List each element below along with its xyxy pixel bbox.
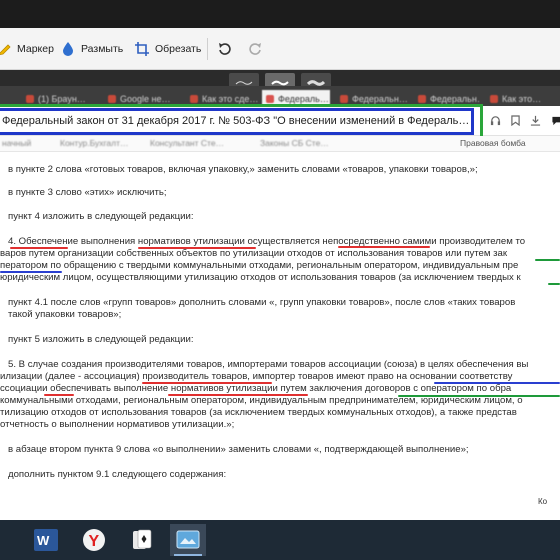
screenshot-tool-icon bbox=[176, 530, 200, 549]
doc-line: юридическим лицом, осуществляющими утили… bbox=[0, 272, 521, 283]
taskbar: W Y bbox=[0, 520, 560, 560]
download-icon[interactable] bbox=[530, 115, 541, 126]
doc-line: такой упаковки товаров»; bbox=[8, 309, 122, 320]
crop-icon bbox=[135, 42, 149, 56]
bookmark-item[interactable]: Законы СБ Сте… bbox=[260, 138, 329, 148]
word-app-icon: W bbox=[34, 529, 58, 551]
document-content: в пункте 2 слова «готовых товаров, включ… bbox=[0, 152, 560, 520]
marker-icon bbox=[0, 44, 11, 56]
blur-drop-icon bbox=[63, 42, 73, 56]
doc-line: пункт 4.1 после слов «групп товаров» доп… bbox=[8, 297, 516, 308]
doc-line: пункт 4 изложить в следующей редакции: bbox=[8, 211, 194, 222]
doc-line: дополнить пунктом 9.1 следующего содержа… bbox=[8, 469, 227, 480]
red-underline-mark bbox=[10, 247, 68, 249]
doc-line: в пункте 2 слова «готовых товаров, включ… bbox=[8, 164, 478, 175]
marker-tool[interactable]: Маркер bbox=[0, 40, 54, 58]
bookmark-item[interactable]: Консультант Сте… bbox=[150, 138, 224, 148]
doc-line: ператором по обращению с твердыми коммун… bbox=[0, 260, 519, 271]
marker-tool-label: Маркер bbox=[17, 43, 54, 55]
undo-icon bbox=[219, 43, 231, 55]
crop-tool-label: Обрезать bbox=[155, 43, 202, 55]
chat-icon[interactable] bbox=[551, 115, 560, 126]
green-underline-mark bbox=[398, 395, 560, 397]
headphones-icon[interactable] bbox=[490, 115, 501, 126]
yandex-browser-icon: Y bbox=[83, 529, 105, 551]
red-underline-mark bbox=[338, 246, 430, 248]
doc-line: в пункте 3 слово «этих» исключить; bbox=[8, 187, 167, 198]
blue-underline-mark bbox=[0, 271, 62, 273]
taskbar-solitaire[interactable] bbox=[124, 524, 160, 556]
svg-text:Y: Y bbox=[89, 533, 100, 550]
red-underline-mark bbox=[44, 394, 74, 396]
doc-line: 4. Обеспечение выполнения нормативов ути… bbox=[8, 236, 526, 247]
bookmark-item[interactable]: начный bbox=[2, 138, 31, 148]
doc-line: тилизацию отходов от использования товар… bbox=[0, 407, 517, 418]
taskbar-screenshot-tool[interactable] bbox=[170, 524, 206, 556]
address-bar-icons bbox=[490, 115, 560, 126]
undo-button[interactable] bbox=[217, 40, 233, 58]
bookmark-item[interactable]: Правовая бомба bbox=[460, 138, 526, 148]
redo-icon bbox=[249, 43, 261, 55]
svg-text:W: W bbox=[37, 533, 50, 548]
blur-tool[interactable]: Размыть bbox=[60, 40, 123, 58]
bookmark-item[interactable]: Контур.Бухгалт… bbox=[60, 138, 129, 148]
doc-line: варов путем организации собственных объе… bbox=[0, 248, 508, 259]
crop-tool[interactable]: Обрезать bbox=[134, 40, 201, 58]
blue-highlight-frame bbox=[0, 108, 474, 135]
editor-toolbar: Маркер Размыть Обрезать bbox=[0, 28, 560, 70]
doc-line: 5. В случае создания производителями тов… bbox=[8, 359, 529, 370]
bookmarks-bar: начный Контур.Бухгалт… Консультант Сте… … bbox=[0, 136, 560, 152]
side-panel-label: Ко bbox=[538, 497, 548, 506]
doc-line: отчетность о выполнении нормативов утили… bbox=[0, 419, 235, 430]
redo-button[interactable] bbox=[247, 40, 263, 58]
doc-line: пункт 5 изложить в следующей редакции: bbox=[8, 334, 194, 345]
green-underline-mark bbox=[535, 259, 560, 261]
green-underline-mark bbox=[548, 283, 560, 285]
blur-tool-label: Размыть bbox=[81, 43, 124, 55]
taskbar-word[interactable]: W bbox=[28, 524, 64, 556]
red-underline-mark bbox=[168, 394, 308, 396]
solitaire-cards-icon bbox=[133, 529, 152, 549]
red-underline-mark bbox=[142, 382, 272, 384]
toolbar-divider bbox=[207, 38, 208, 60]
bookmark-icon[interactable] bbox=[511, 115, 520, 126]
side-panel-button[interactable]: Ко bbox=[538, 497, 560, 520]
blue-underline-mark bbox=[434, 382, 560, 384]
doc-line: в абзаце втором пункта 9 слова «о выполн… bbox=[8, 444, 469, 455]
taskbar-yandex-browser[interactable]: Y bbox=[76, 524, 112, 556]
red-underline-mark bbox=[138, 247, 256, 249]
